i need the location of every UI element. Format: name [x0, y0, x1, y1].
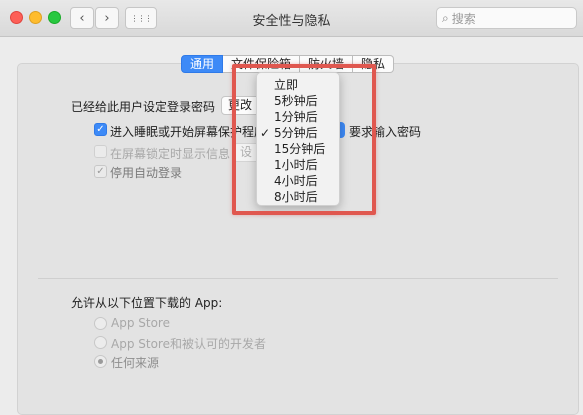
annotation-highlight-box [232, 64, 376, 215]
section-divider [38, 278, 558, 279]
radio-app-store-label: App Store [111, 316, 170, 330]
lock-message-label: 在屏幕锁定时显示信息 [110, 147, 231, 161]
disable-auto-login-checkbox[interactable]: ✓ [94, 165, 107, 178]
search-icon: ⌕ [442, 10, 449, 25]
lock-message-checkbox[interactable] [94, 145, 107, 158]
tab-general[interactable]: 通用 [181, 55, 224, 73]
downloads-title: 允许从以下位置下载的 App: [71, 296, 223, 310]
disable-auto-login-label: 停用自动登录 [110, 166, 183, 180]
search-field[interactable]: ⌕ 搜索 [436, 7, 577, 29]
radio-anywhere[interactable] [94, 355, 107, 368]
radio-anywhere-label: 任何来源 [111, 356, 160, 370]
password-set-label: 已经给此用户设定登录密码 [71, 100, 216, 114]
radio-app-store[interactable] [94, 317, 107, 330]
radio-app-store-identified[interactable] [94, 336, 107, 349]
search-placeholder: 搜索 [451, 11, 476, 26]
radio-app-store-identified-label: App Store和被认可的开发者 [111, 337, 266, 351]
require-password-checkbox[interactable]: ✓ [94, 123, 107, 136]
